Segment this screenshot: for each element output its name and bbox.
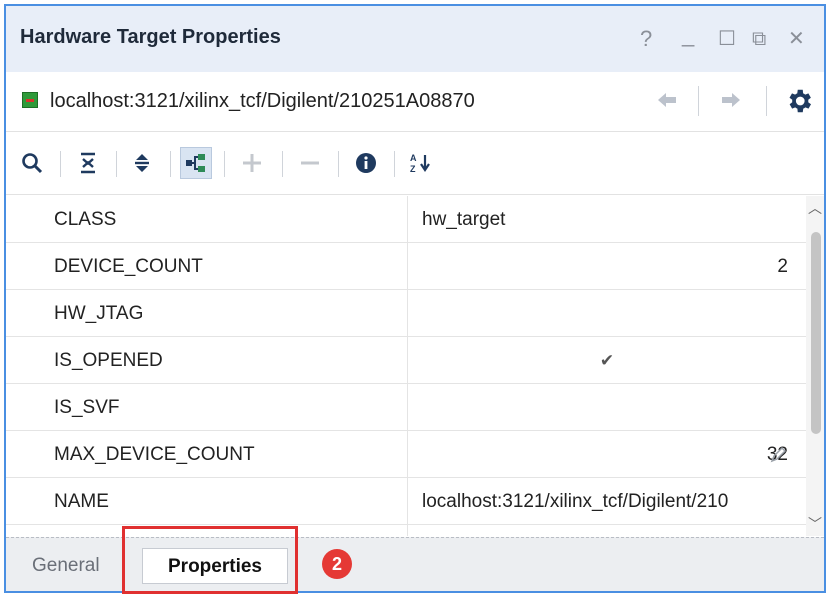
info-icon: [356, 153, 376, 173]
maximize-button[interactable]: ☐: [718, 28, 736, 50]
arrow-right-icon: [722, 93, 740, 107]
property-name: HW_JTAG: [6, 290, 408, 337]
arrow-left-icon: [658, 93, 676, 107]
vertical-scrollbar[interactable]: ︿ ﹀: [806, 196, 824, 536]
table-row[interactable]: IS_OPENED ✔: [6, 337, 806, 384]
hardware-target-properties-panel: Hardware Target Properties ? _ ☐ ⧉ ✕ loc…: [4, 4, 826, 593]
sort-az-icon: A Z: [410, 153, 430, 174]
sort-alphabetically-button[interactable]: A Z: [404, 147, 436, 179]
table-row[interactable]: NAME localhost:3121/xilinx_tcf/Digilent/…: [6, 478, 806, 525]
property-value[interactable]: hw_target: [408, 196, 806, 243]
property-table: CLASS hw_target DEVICE_COUNT 2 HW_JTAG I…: [6, 196, 806, 536]
scroll-up-icon[interactable]: ︿: [806, 198, 824, 218]
toolbar-divider: [224, 151, 225, 177]
nav-divider: [766, 86, 767, 116]
object-path: localhost:3121/xilinx_tcf/Digilent/21025…: [50, 90, 475, 112]
float-button[interactable]: ⧉: [752, 28, 766, 50]
gear-icon: [789, 89, 811, 113]
svg-text:A: A: [410, 153, 417, 163]
checkmark-icon[interactable]: ✔: [408, 337, 806, 384]
search-button[interactable]: [16, 147, 48, 179]
add-button[interactable]: [236, 147, 268, 179]
property-value[interactable]: 2: [408, 243, 806, 290]
property-name: IS_OPENED: [6, 337, 408, 384]
toolbar-divider: [170, 151, 171, 177]
property-name: DEVICE_COUNT: [6, 243, 408, 290]
remove-button[interactable]: [294, 147, 326, 179]
collapse-all-icon: [81, 152, 95, 174]
hardware-target-icon: [22, 92, 38, 108]
nav-divider: [698, 86, 699, 116]
group-by-category-button[interactable]: [180, 147, 212, 179]
callout-badge: 2: [322, 549, 352, 579]
property-name: CLASS: [6, 196, 408, 243]
forward-button[interactable]: [718, 88, 744, 114]
scroll-thumb[interactable]: [811, 232, 821, 434]
table-row[interactable]: MAX_DEVICE_COUNT 32: [6, 431, 806, 478]
search-icon: [22, 153, 43, 174]
title-bar: Hardware Target Properties ? _ ☐ ⧉ ✕: [6, 6, 824, 72]
help-button[interactable]: ?: [640, 28, 652, 50]
toolbar-divider: [116, 151, 117, 177]
expand-all-button[interactable]: [126, 147, 158, 179]
minus-icon: [301, 161, 319, 165]
callout-highlight-box: [122, 526, 298, 594]
property-name: NAME: [6, 478, 408, 525]
close-button[interactable]: ✕: [788, 28, 805, 50]
minimize-button[interactable]: _: [682, 24, 694, 46]
table-row[interactable]: CLASS hw_target: [6, 196, 806, 243]
property-value[interactable]: localhost:3121/xilinx_tcf/Digilent/210: [408, 478, 806, 525]
table-row[interactable]: DEVICE_COUNT 2: [6, 243, 806, 290]
table-row[interactable]: HW_JTAG: [6, 290, 806, 337]
scroll-down-icon[interactable]: ﹀: [806, 514, 824, 534]
toolbar-divider: [60, 151, 61, 177]
window-title: Hardware Target Properties: [20, 26, 281, 48]
toolbar-divider: [282, 151, 283, 177]
tab-general[interactable]: General: [24, 548, 108, 584]
collapse-all-button[interactable]: [72, 147, 104, 179]
back-button[interactable]: [654, 88, 680, 114]
svg-text:Z: Z: [410, 164, 416, 174]
pencil-edit-icon[interactable]: [768, 445, 788, 465]
property-value[interactable]: 32: [408, 431, 806, 478]
toolbar-divider: [394, 151, 395, 177]
settings-button[interactable]: [784, 86, 814, 116]
property-value[interactable]: [408, 384, 806, 431]
info-button[interactable]: [350, 147, 382, 179]
group-by-category-icon: [186, 154, 205, 172]
table-row[interactable]: IS_SVF: [6, 384, 806, 431]
property-name: IS_SVF: [6, 384, 408, 431]
object-path-bar: localhost:3121/xilinx_tcf/Digilent/21025…: [6, 72, 824, 132]
expand-all-icon: [135, 154, 149, 172]
property-name: MAX_DEVICE_COUNT: [6, 431, 408, 478]
property-value[interactable]: [408, 525, 806, 536]
toolbar-divider: [338, 151, 339, 177]
plus-icon: [243, 154, 261, 172]
property-value[interactable]: [408, 290, 806, 337]
properties-toolbar: A Z: [6, 133, 824, 195]
